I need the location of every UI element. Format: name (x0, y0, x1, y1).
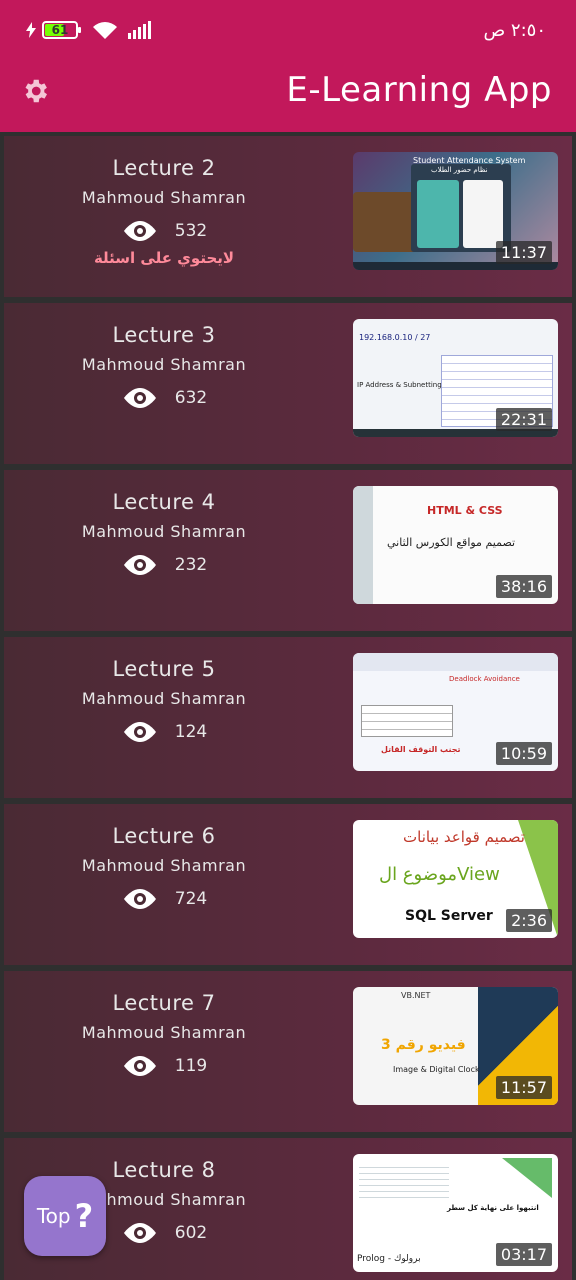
thumbnail-tag: Image & Digital Clock (393, 1065, 480, 1074)
lecture-info: Lecture 5 Mahmoud Shamran 124 (24, 637, 304, 744)
app-header: 61 ٢:٥٠ ص E-Learning App (0, 0, 576, 132)
lecture-views: 632 (24, 386, 304, 410)
lecture-info: Lecture 4 Mahmoud Shamran 232 (24, 470, 304, 577)
eye-icon (123, 889, 156, 909)
lecture-title: Lecture 4 (112, 490, 216, 514)
app-title: E-Learning App (286, 70, 552, 110)
scroll-to-top-button[interactable]: Top ? (24, 1176, 106, 1256)
thumbnail-caption: Deadlock Avoidance (449, 675, 520, 683)
charging-icon (26, 22, 36, 38)
thumbnail-subcaption: فيديو رقم 3 (381, 1037, 466, 1053)
lecture-author: Mahmoud Shamran (81, 1023, 247, 1042)
question-mark-icon: ? (74, 1197, 94, 1235)
lecture-card[interactable]: Lecture 3 Mahmoud Shamran 632 192.168.0.… (4, 303, 572, 464)
eye-icon (123, 388, 156, 408)
eye-icon (123, 1056, 156, 1076)
thumbnail-caption: VB.NET (401, 991, 431, 1000)
lecture-title: Lecture 2 (112, 156, 216, 180)
lecture-author: Mahmoud Shamran (81, 355, 247, 374)
eye-icon (123, 722, 156, 742)
lecture-thumbnail[interactable]: 192.168.0.10 / 27 IP Address & Subnettin… (353, 319, 558, 437)
eye-icon (123, 555, 156, 575)
view-count: 724 (174, 889, 208, 909)
no-questions-note: لايحتوي على اسئلة (93, 249, 235, 267)
view-count: 532 (174, 221, 208, 241)
lecture-info: Lecture 3 Mahmoud Shamran 632 (24, 303, 304, 410)
view-count: 119 (174, 1056, 208, 1076)
lecture-card[interactable]: Lecture 2 Mahmoud Shamran 532 لايحتوي عل… (4, 136, 572, 297)
view-count: 632 (174, 388, 208, 408)
lecture-author: Mahmoud Shamran (81, 188, 247, 207)
video-duration: 03:17 (495, 1243, 552, 1266)
lecture-card[interactable]: Lecture 4 Mahmoud Shamran 232 HTML & CSS… (4, 470, 572, 631)
thumbnail-caption: تصميم قواعد بيانات (403, 828, 525, 846)
lecture-thumbnail[interactable]: تصميم قواعد بيانات موضوع الView SQL Serv… (353, 820, 558, 938)
thumbnail-caption: 192.168.0.10 / 27 (359, 333, 431, 342)
thumbnail-caption: Student Attendance System (413, 156, 526, 165)
lecture-card[interactable]: Lecture 5 Mahmoud Shamran 124 Deadlock A… (4, 637, 572, 798)
lecture-views: 124 (24, 720, 304, 744)
settings-gear-icon[interactable] (20, 76, 50, 106)
video-duration: 11:37 (495, 241, 552, 264)
status-time: ٢:٥٠ ص (483, 20, 546, 41)
wifi-icon (93, 22, 117, 39)
lecture-info: Lecture 7 Mahmoud Shamran 119 (24, 971, 304, 1078)
lecture-thumbnail[interactable]: VB.NET فيديو رقم 3 Image & Digital Clock… (353, 987, 558, 1105)
lecture-thumbnail[interactable]: انتبهوا على نهاية كل سطر Prolog - برولوك… (353, 1154, 558, 1272)
lecture-views: 232 (24, 553, 304, 577)
thumbnail-subcaption: موضوع الView (379, 864, 500, 885)
eye-icon (123, 1223, 156, 1243)
lecture-title: Lecture 5 (112, 657, 216, 681)
status-bar: 61 ٢:٥٠ ص (0, 0, 576, 64)
battery-level: 61 (51, 23, 69, 37)
lecture-views: 119 (24, 1054, 304, 1078)
thumbnail-subcaption: نظام حضور الطلاب (431, 166, 488, 174)
top-button-label: Top (36, 1204, 71, 1228)
video-duration: 10:59 (495, 742, 552, 765)
video-duration: 11:57 (495, 1076, 552, 1099)
lecture-title: Lecture 3 (112, 323, 216, 347)
lecture-title: Lecture 6 (112, 824, 216, 848)
view-count: 124 (174, 722, 208, 742)
thumbnail-subcaption: تجنب التوقف القاتل (381, 745, 461, 754)
lecture-info: Lecture 2 Mahmoud Shamran 532 لايحتوي عل… (24, 136, 304, 267)
thumbnail-caption: Prolog - برولوك (357, 1254, 421, 1264)
video-duration: 2:36 (506, 909, 552, 932)
thumbnail-tag: SQL Server (405, 908, 493, 924)
lecture-thumbnail[interactable]: Deadlock Avoidance تجنب التوقف القاتل 10… (353, 653, 558, 771)
thumbnail-subcaption: تصميم مواقع الكورس الثاني (387, 536, 516, 549)
app-bar: E-Learning App (0, 64, 576, 132)
video-duration: 38:16 (495, 575, 552, 598)
video-duration: 22:31 (495, 408, 552, 431)
lecture-info: Lecture 6 Mahmoud Shamran 724 (24, 804, 304, 911)
lecture-card[interactable]: Lecture 6 Mahmoud Shamran 724 تصميم قواع… (4, 804, 572, 965)
view-count: 602 (174, 1223, 208, 1243)
signal-icon (128, 21, 151, 39)
battery-icon: 61 (42, 21, 81, 39)
view-count: 232 (174, 555, 208, 575)
thumbnail-caption: HTML & CSS (427, 504, 503, 517)
lecture-thumbnail[interactable]: Student Attendance System نظام حضور الطل… (353, 152, 558, 270)
lecture-author: Mahmoud Shamran (81, 522, 247, 541)
eye-icon (123, 221, 156, 241)
lecture-thumbnail[interactable]: HTML & CSS تصميم مواقع الكورس الثاني 38:… (353, 486, 558, 604)
lecture-views: 724 (24, 887, 304, 911)
lecture-views: 532 (24, 219, 304, 243)
lecture-author: Mahmoud Shamran (81, 856, 247, 875)
lecture-title: Lecture 7 (112, 991, 216, 1015)
lecture-card[interactable]: Lecture 7 Mahmoud Shamran 119 VB.NET فيد… (4, 971, 572, 1132)
status-icons: 61 (26, 20, 151, 40)
thumbnail-subcaption: IP Address & Subnetting (357, 381, 442, 389)
thumbnail-subcaption: انتبهوا على نهاية كل سطر (447, 1204, 539, 1212)
lecture-author: Mahmoud Shamran (81, 689, 247, 708)
